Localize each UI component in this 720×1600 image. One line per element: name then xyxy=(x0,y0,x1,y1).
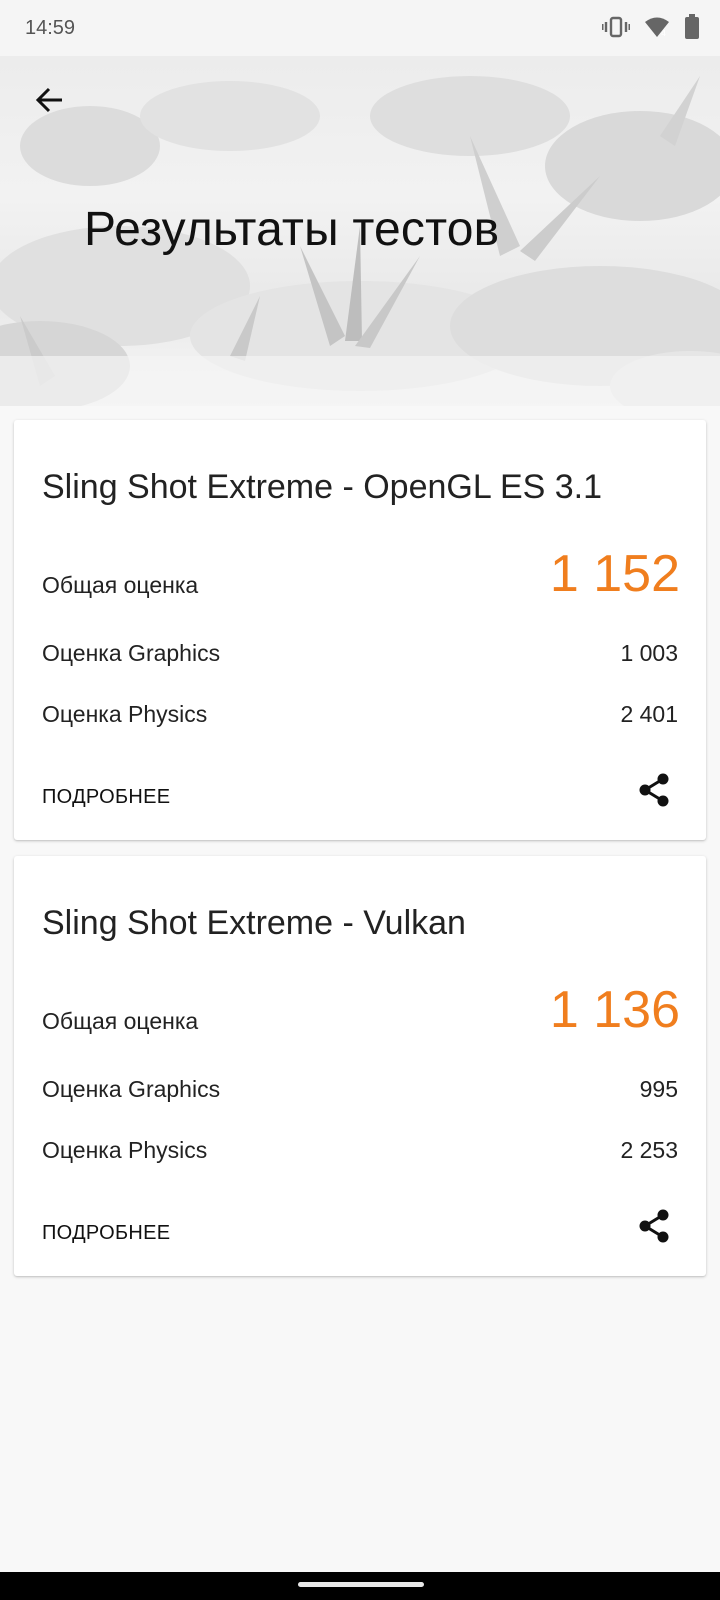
status-icons: 4 xyxy=(602,14,700,40)
status-bar: 14:59 4 xyxy=(0,0,720,56)
physics-score-value: 2 401 xyxy=(620,701,678,727)
share-icon xyxy=(639,773,669,807)
overall-score-value: 1 136 xyxy=(549,981,680,1039)
result-card: Sling Shot Extreme - OpenGL ES 3.1 Общая… xyxy=(14,420,706,840)
svg-text:4: 4 xyxy=(661,29,666,38)
overall-score-label: Общая оценка xyxy=(42,572,199,598)
arrow-left-icon xyxy=(35,87,62,113)
share-button[interactable] xyxy=(634,1206,674,1246)
graphics-score-value: 1 003 xyxy=(620,640,678,666)
graphics-score-label: Оценка Graphics xyxy=(42,1076,221,1102)
physics-score-label: Оценка Physics xyxy=(42,701,208,727)
wifi-icon: 4 xyxy=(644,16,670,38)
result-card: Sling Shot Extreme - Vulkan Общая оценка… xyxy=(14,856,706,1276)
overall-score-value: 1 152 xyxy=(549,545,680,603)
graphics-score-label: Оценка Graphics xyxy=(42,640,221,666)
status-time: 14:59 xyxy=(25,17,76,39)
back-button[interactable] xyxy=(28,78,72,122)
battery-icon xyxy=(684,14,700,40)
page-title: Результаты тестов xyxy=(84,203,500,256)
share-button[interactable] xyxy=(634,770,674,810)
overall-score-label: Общая оценка xyxy=(42,1008,199,1034)
physics-score-value: 2 253 xyxy=(620,1137,678,1163)
test-title: Sling Shot Extreme - OpenGL ES 3.1 xyxy=(42,468,603,506)
physics-score-label: Оценка Physics xyxy=(42,1137,208,1163)
header-hero: Результаты тестов xyxy=(0,56,720,406)
navigation-bar xyxy=(0,1572,720,1600)
details-button[interactable]: ПОДРОБНЕЕ xyxy=(42,1222,170,1245)
vibrate-icon xyxy=(602,15,630,39)
details-button[interactable]: ПОДРОБНЕЕ xyxy=(42,786,170,809)
test-title: Sling Shot Extreme - Vulkan xyxy=(42,904,466,942)
home-gesture-handle[interactable] xyxy=(298,1582,424,1587)
share-icon xyxy=(639,1209,669,1243)
graphics-score-value: 995 xyxy=(639,1076,678,1102)
